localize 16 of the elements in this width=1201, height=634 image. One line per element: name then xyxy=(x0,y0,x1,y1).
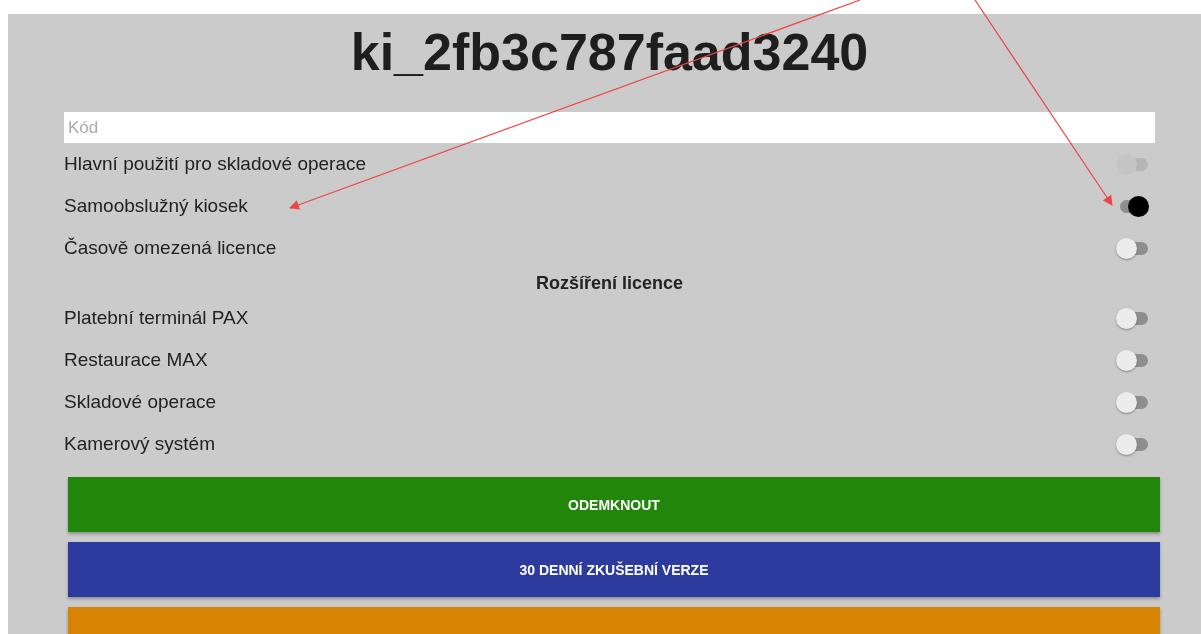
setting-label: Časově omezená licence xyxy=(64,237,277,259)
extension-label: Kamerový systém xyxy=(64,433,215,455)
setting-label: Samoobslužný kiosek xyxy=(64,195,248,217)
toggle-switch[interactable] xyxy=(1116,349,1149,371)
action-button[interactable]: ODEMKNOUT xyxy=(68,477,1160,532)
toggle-switch[interactable] xyxy=(1116,307,1149,329)
setting-label: Hlavní použití pro skladové operace xyxy=(64,153,367,175)
extension-label: Skladové operace xyxy=(64,391,217,413)
section-heading: Rozšíření licence xyxy=(534,272,685,295)
extension-label: Platební terminál PAX xyxy=(64,307,249,329)
code-input-field[interactable]: Kód xyxy=(64,112,1155,143)
toggle-switch[interactable] xyxy=(1116,237,1149,259)
toggle-switch[interactable] xyxy=(1116,433,1149,455)
action-button[interactable]: 30 DENNÍ ZKUŠEBNÍ VERZE xyxy=(68,542,1160,597)
toggle-switch[interactable] xyxy=(1116,391,1149,413)
extension-label: Restaurace MAX xyxy=(64,349,208,371)
